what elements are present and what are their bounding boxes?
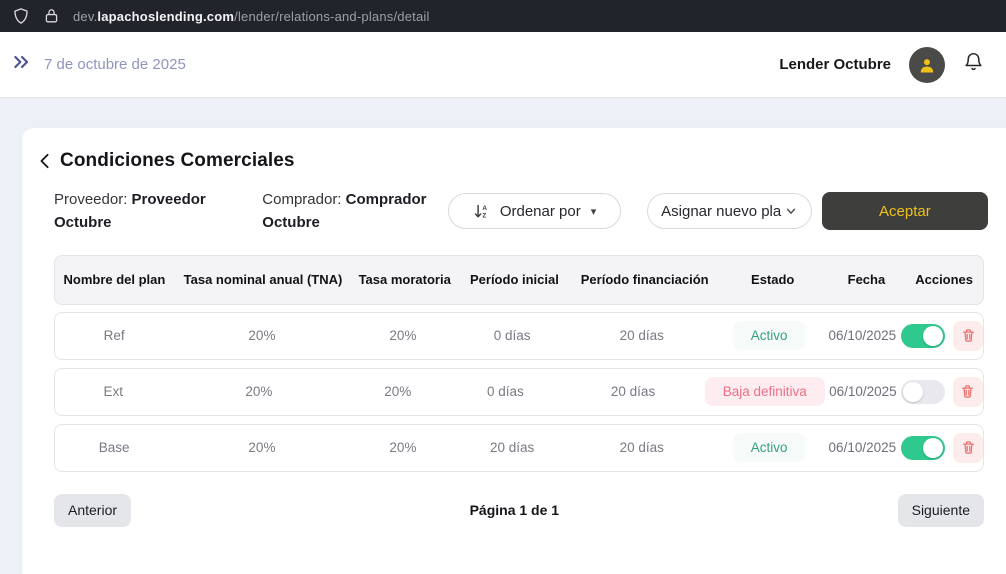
dropdown-caret-icon: ▾ <box>591 205 597 218</box>
active-toggle[interactable] <box>901 324 945 348</box>
status-badge: Baja definitiva <box>705 377 825 406</box>
current-date: 7 de octubre de 2025 <box>44 56 186 73</box>
toggle-knob <box>923 438 943 458</box>
table-row: Base 20% 20% 20 días 20 días Activo 06/1… <box>54 424 984 472</box>
assign-plan-select[interactable]: Asignar nuevo pla <box>647 193 812 229</box>
cell-nombre: Ext <box>55 384 172 399</box>
col-header-tna: Tasa nominal anual (TNA) <box>174 272 352 287</box>
notifications-bell-icon[interactable] <box>963 51 984 78</box>
col-header-moratoria: Tasa moratoria <box>352 272 457 287</box>
delete-button[interactable] <box>953 433 983 463</box>
sort-az-icon: A Z <box>473 203 490 220</box>
page-title: Condiciones Comerciales <box>60 150 295 172</box>
cell-periodo-inicial: 20 días <box>455 440 569 455</box>
cell-moratoria: 20% <box>351 440 456 455</box>
cell-acciones <box>901 433 983 463</box>
previous-page-button[interactable]: Anterior <box>54 494 131 527</box>
delete-button[interactable] <box>953 377 983 407</box>
col-header-periodo-inicial: Período inicial <box>457 272 571 287</box>
assign-plan-value: Asignar nuevo pla <box>661 203 781 220</box>
cell-periodo-financiacion: 20 días <box>569 440 715 455</box>
cell-acciones <box>901 321 983 351</box>
cell-tna: 20% <box>173 328 350 343</box>
cell-nombre: Ref <box>55 328 173 343</box>
cell-periodo-financiacion: 20 días <box>569 328 715 343</box>
col-header-estado: Estado <box>718 272 828 287</box>
shield-icon[interactable] <box>12 7 30 25</box>
proveedor-label: Proveedor: <box>54 191 127 208</box>
table-header-row: Nombre del plan Tasa nominal anual (TNA)… <box>54 255 984 305</box>
cell-fecha: 06/10/2025 <box>824 328 901 343</box>
browser-bar: dev.lapachoslending.com/lender/relations… <box>0 0 1006 32</box>
next-page-button[interactable]: Siguiente <box>898 494 984 527</box>
trash-icon <box>960 384 975 399</box>
table-row: Ref 20% 20% 0 días 20 días Activo 06/10/… <box>54 312 984 360</box>
active-toggle[interactable] <box>901 380 945 404</box>
url-subdomain: dev. <box>73 9 97 24</box>
svg-text:Z: Z <box>482 212 486 219</box>
lock-icon[interactable] <box>44 8 59 24</box>
cell-fecha: 06/10/2025 <box>824 440 901 455</box>
trash-icon <box>961 328 976 343</box>
sort-by-button[interactable]: A Z Ordenar por ▾ <box>448 193 620 229</box>
pagination: Anterior Página 1 de 1 Siguiente <box>54 494 984 527</box>
cell-nombre: Base <box>55 440 173 455</box>
toggle-knob <box>923 326 943 346</box>
url-domain: lapachoslending.com <box>97 9 234 24</box>
col-header-nombre: Nombre del plan <box>55 272 174 287</box>
person-icon <box>917 55 937 75</box>
toggle-knob <box>903 382 923 402</box>
content-card: Condiciones Comerciales Proveedor: Prove… <box>22 128 1006 574</box>
plans-table: Nombre del plan Tasa nominal anual (TNA)… <box>54 255 984 472</box>
cell-periodo-financiacion: 20 días <box>561 384 704 399</box>
cell-moratoria: 20% <box>346 384 449 399</box>
page-background: Condiciones Comerciales Proveedor: Prove… <box>0 98 1006 574</box>
status-badge: Activo <box>733 321 806 350</box>
url-path: /lender/relations-and-plans/detail <box>234 9 429 24</box>
cell-fecha: 06/10/2025 <box>825 384 901 399</box>
chevron-down-icon <box>785 205 797 217</box>
comprador-info: Comprador: Comprador Octubre <box>262 188 432 235</box>
col-header-periodo-financiacion: Período financiación <box>572 272 718 287</box>
cell-tna: 20% <box>172 384 347 399</box>
col-header-acciones: Acciones <box>905 272 983 287</box>
cell-tna: 20% <box>173 440 350 455</box>
address-bar-url[interactable]: dev.lapachoslending.com/lender/relations… <box>73 9 430 24</box>
table-row: Ext 20% 20% 0 días 20 días Baja definiti… <box>54 368 984 416</box>
comprador-label: Comprador: <box>262 191 341 208</box>
back-chevron-icon[interactable] <box>38 153 52 169</box>
cell-periodo-inicial: 0 días <box>449 384 561 399</box>
accept-button[interactable]: Aceptar <box>822 192 988 230</box>
proveedor-info: Proveedor: Proveedor Octubre <box>54 188 212 235</box>
active-toggle[interactable] <box>901 436 945 460</box>
page-indicator: Página 1 de 1 <box>470 502 559 518</box>
svg-text:A: A <box>482 205 487 212</box>
cell-moratoria: 20% <box>351 328 456 343</box>
delete-button[interactable] <box>953 321 983 351</box>
sidebar-expand-icon[interactable] <box>12 53 32 76</box>
user-name: Lender Octubre <box>779 56 891 73</box>
col-header-fecha: Fecha <box>828 272 906 287</box>
cell-acciones <box>901 377 983 407</box>
trash-icon <box>961 440 976 455</box>
user-avatar[interactable] <box>909 47 945 83</box>
cell-periodo-inicial: 0 días <box>455 328 569 343</box>
status-badge: Activo <box>733 433 806 462</box>
app-header: 7 de octubre de 2025 Lender Octubre <box>0 32 1006 98</box>
sort-by-label: Ordenar por <box>500 203 581 220</box>
